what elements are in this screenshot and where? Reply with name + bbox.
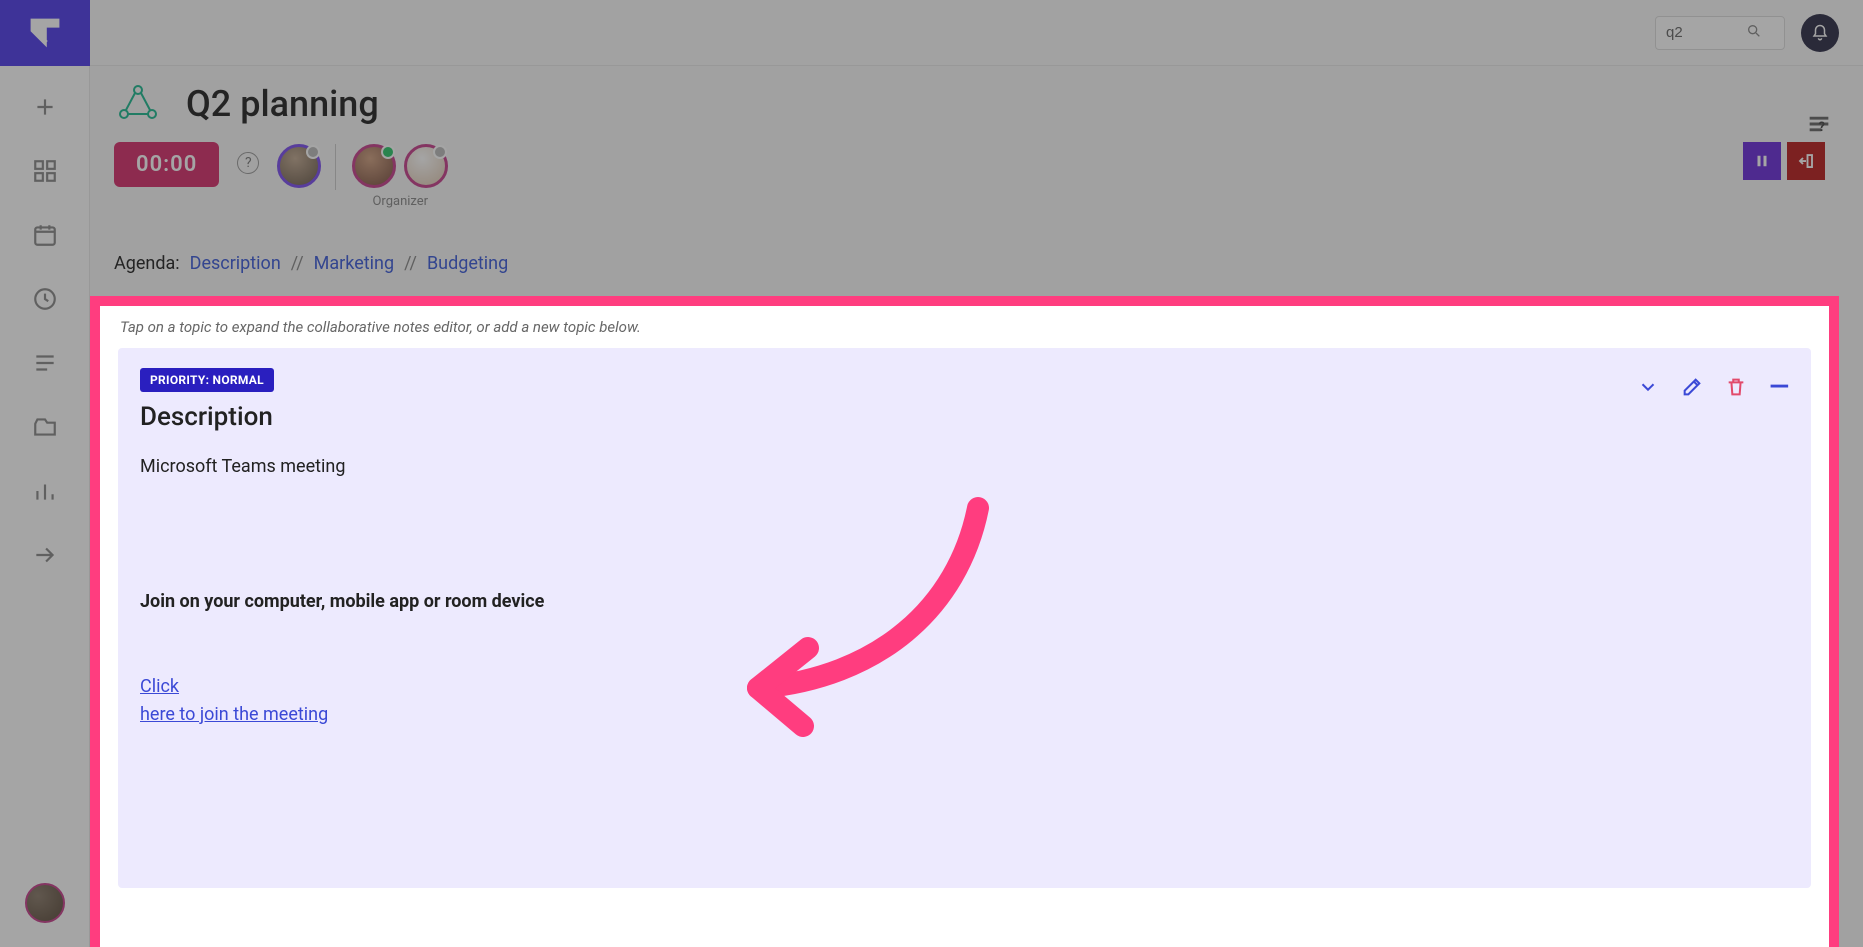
avatar[interactable] <box>404 144 448 188</box>
search-icon <box>1746 23 1762 43</box>
topic-line: Microsoft Teams meeting <box>140 454 1789 479</box>
clock-icon[interactable] <box>32 286 58 312</box>
edit-icon[interactable] <box>1681 376 1703 398</box>
calendar-icon[interactable] <box>32 222 58 248</box>
agenda-label: Agenda: <box>114 253 180 274</box>
search-box[interactable] <box>1655 16 1785 50</box>
end-button[interactable] <box>1787 142 1825 180</box>
topic-actions: — <box>1637 376 1789 398</box>
notes-icon[interactable] <box>32 350 58 376</box>
timer[interactable]: 00:00 <box>114 142 219 187</box>
share-icon <box>114 80 162 128</box>
notes-panel: Tap on a topic to expand the collaborati… <box>90 296 1839 947</box>
chevron-down-icon[interactable] <box>1637 376 1659 398</box>
trash-icon[interactable] <box>1725 376 1747 398</box>
topic-card[interactable]: PRIORITY: NORMAL Description — Microsoft… <box>118 348 1811 888</box>
organizer-label: Organizer <box>350 194 450 209</box>
agenda-item-marketing[interactable]: Marketing <box>314 253 394 274</box>
topic-title: Description <box>140 402 1789 432</box>
participant-avatars: Organizer <box>277 144 450 209</box>
arrow-right-icon[interactable] <box>32 542 58 568</box>
dashboard-icon[interactable] <box>32 158 58 184</box>
avatar-separator <box>335 144 336 190</box>
agenda-item-description[interactable]: Description <box>190 253 281 274</box>
priority-badge: PRIORITY: NORMAL <box>140 368 274 392</box>
status-dot-away <box>433 145 447 159</box>
topic-body[interactable]: Microsoft Teams meeting Join on your com… <box>140 454 1789 727</box>
app-logo[interactable] <box>0 0 90 66</box>
panel-hint: Tap on a topic to expand the collaborati… <box>118 314 1811 348</box>
agenda-item-budgeting[interactable]: Budgeting <box>427 253 508 274</box>
user-avatar[interactable] <box>25 883 65 923</box>
main: Q2 planning 00:00 ? Organizer ? <box>90 66 1863 947</box>
collapse-icon[interactable]: — <box>1769 381 1789 394</box>
topbar <box>90 0 1863 66</box>
topic-line-bold: Join on your computer, mobile app or roo… <box>140 589 1789 614</box>
add-icon[interactable] <box>32 94 58 120</box>
search-input[interactable] <box>1666 24 1746 41</box>
avatar[interactable] <box>277 144 321 188</box>
pause-button[interactable] <box>1743 142 1781 180</box>
help-icon[interactable]: ? <box>1819 120 1825 135</box>
join-link-click[interactable]: Click <box>140 674 1789 699</box>
agenda-breadcrumb: Agenda: Description // Marketing // Budg… <box>114 253 1839 274</box>
page-title: Q2 planning <box>186 83 379 125</box>
notifications-button[interactable] <box>1801 14 1839 52</box>
join-link-here[interactable]: here to join the meeting <box>140 702 1789 727</box>
status-dot-online <box>381 145 395 159</box>
avatar-organizer[interactable] <box>352 144 396 188</box>
status-dot-away <box>306 145 320 159</box>
bars-icon[interactable] <box>32 478 58 504</box>
folder-icon[interactable] <box>32 414 58 440</box>
sidebar <box>0 0 90 947</box>
help-icon[interactable]: ? <box>237 152 259 174</box>
